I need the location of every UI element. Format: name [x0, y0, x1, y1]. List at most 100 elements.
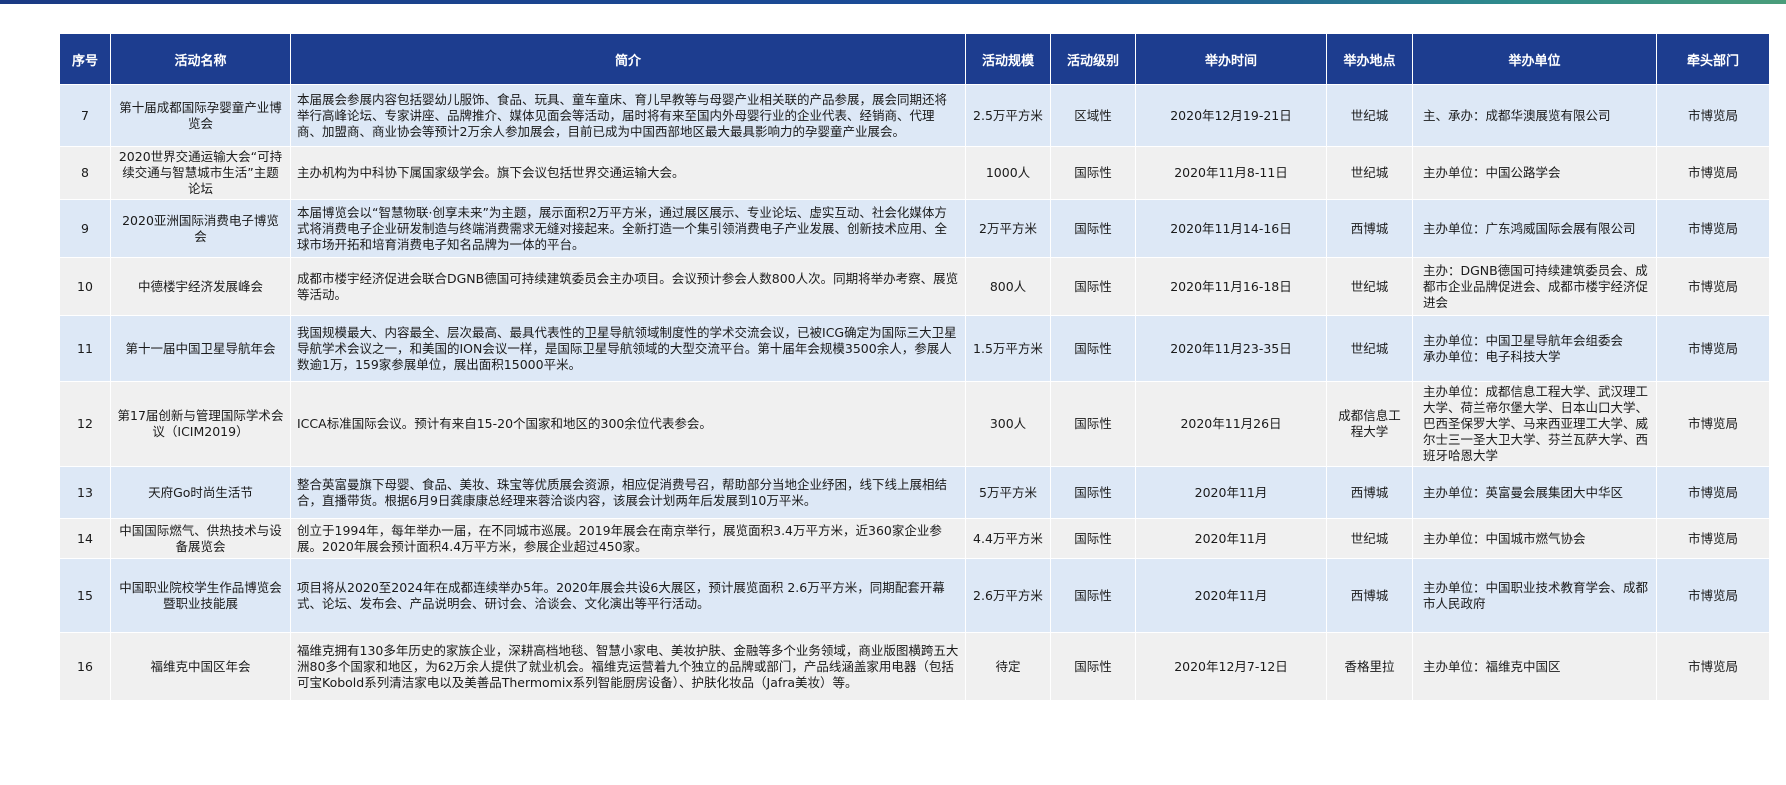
cell-level: 区域性 — [1050, 84, 1136, 147]
cell-intro: 创立于1994年，每年举办一届，在不同城市巡展。2019年展会在南京举行，展览面… — [290, 518, 966, 559]
table-row: 13 天府Go时尚生活节 整合英富曼旗下母婴、食品、美妆、珠宝等优质展会资源，相应促… — [59, 466, 1769, 519]
cell-time: 2020年11月26日 — [1135, 381, 1327, 467]
cell-level: 国际性 — [1050, 257, 1136, 316]
table-row: 16 福维克中国区年会 福维克拥有130多年历史的家族企业，深耕高档地毯、智慧小家电… — [59, 632, 1769, 701]
cell-level: 国际性 — [1050, 632, 1136, 701]
cell-level: 国际性 — [1050, 146, 1136, 200]
cell-time: 2020年11月16-18日 — [1135, 257, 1327, 316]
cell-no: 9 — [59, 199, 111, 258]
cell-name: 中国职业院校学生作品博览会暨职业技能展 — [110, 558, 291, 633]
cell-name: 2020世界交通运输大会“可持续交通与智慧城市生活”主题论坛 — [110, 146, 291, 200]
cell-name: 第17届创新与管理国际学术会议（ICIM2019） — [110, 381, 291, 467]
header-level: 活动级别 — [1050, 33, 1136, 85]
cell-name: 中德楼宇经济发展峰会 — [110, 257, 291, 316]
cell-org: 主办单位：中国城市燃气协会 — [1412, 518, 1657, 559]
event-table-container: 序号 活动名称 简介 活动规模 活动级别 举办时间 举办地点 举办单位 牵头部门… — [59, 33, 1769, 785]
cell-place: 世纪城 — [1326, 518, 1413, 559]
cell-intro: 项目将从2020至2024年在成都连续举办5年。2020年展会共设6大展区，预计… — [290, 558, 966, 633]
top-accent-bar — [0, 0, 1786, 4]
cell-dept: 市博览局 — [1656, 84, 1769, 147]
cell-intro: 主办机构为中科协下属国家级学会。旗下会议包括世界交通运输大会。 — [290, 146, 966, 200]
cell-place: 世纪城 — [1326, 315, 1413, 382]
cell-intro: 福维克拥有130多年历史的家族企业，深耕高档地毯、智慧小家电、美妆护肤、金融等多… — [290, 632, 966, 701]
cell-scale: 2.6万平方米 — [965, 558, 1051, 633]
cell-dept: 市博览局 — [1656, 146, 1769, 200]
cell-intro: 整合英富曼旗下母婴、食品、美妆、珠宝等优质展会资源，相应促消费号召，帮助部分当地… — [290, 466, 966, 519]
header-time: 举办时间 — [1135, 33, 1327, 85]
cell-level: 国际性 — [1050, 466, 1136, 519]
cell-scale: 待定 — [965, 632, 1051, 701]
cell-name: 第十届成都国际孕婴童产业博览会 — [110, 84, 291, 147]
table-row: 9 2020亚洲国际消费电子博览会 本届博览会以“智慧物联·创享未来”为主题，展示面… — [59, 199, 1769, 258]
cell-time: 2020年11月23-35日 — [1135, 315, 1327, 382]
cell-no: 10 — [59, 257, 111, 316]
cell-scale: 5万平方米 — [965, 466, 1051, 519]
table-header: 序号 活动名称 简介 活动规模 活动级别 举办时间 举办地点 举办单位 牵头部门 — [59, 33, 1769, 85]
cell-org: 主办单位：英富曼会展集团大中华区 — [1412, 466, 1657, 519]
cell-org: 主办：DGNB德国可持续建筑委员会、成都市企业品牌促进会、成都市楼宇经济促进会 — [1412, 257, 1657, 316]
cell-no: 8 — [59, 146, 111, 200]
cell-name: 天府Go时尚生活节 — [110, 466, 291, 519]
cell-name: 第十一届中国卫星导航年会 — [110, 315, 291, 382]
event-table: 序号 活动名称 简介 活动规模 活动级别 举办时间 举办地点 举办单位 牵头部门… — [59, 33, 1769, 701]
cell-scale: 2万平方米 — [965, 199, 1051, 258]
cell-intro: ICCA标准国际会议。预计有来自15-20个国家和地区的300余位代表参会。 — [290, 381, 966, 467]
cell-place: 世纪城 — [1326, 146, 1413, 200]
header-scale: 活动规模 — [965, 33, 1051, 85]
cell-level: 国际性 — [1050, 381, 1136, 467]
cell-level: 国际性 — [1050, 199, 1136, 258]
header-row: 序号 活动名称 简介 活动规模 活动级别 举办时间 举办地点 举办单位 牵头部门 — [59, 33, 1769, 85]
cell-name: 2020亚洲国际消费电子博览会 — [110, 199, 291, 258]
header-name: 活动名称 — [110, 33, 291, 85]
cell-dept: 市博览局 — [1656, 518, 1769, 559]
header-place: 举办地点 — [1326, 33, 1413, 85]
cell-name: 中国国际燃气、供热技术与设备展览会 — [110, 518, 291, 559]
header-no: 序号 — [59, 33, 111, 85]
cell-place: 世纪城 — [1326, 84, 1413, 147]
cell-no: 14 — [59, 518, 111, 559]
cell-level: 国际性 — [1050, 518, 1136, 559]
cell-org: 主办单位：中国公路学会 — [1412, 146, 1657, 200]
cell-org: 主办单位：成都信息工程大学、武汉理工大学、荷兰帝尔堡大学、日本山口大学、巴西圣保… — [1412, 381, 1657, 467]
cell-no: 13 — [59, 466, 111, 519]
cell-dept: 市博览局 — [1656, 558, 1769, 633]
cell-org: 主办单位：福维克中国区 — [1412, 632, 1657, 701]
table-row: 11 第十一届中国卫星导航年会 我国规模最大、内容最全、层次最高、最具代表性的卫星导… — [59, 315, 1769, 382]
cell-org: 主办单位：广东鸿威国际会展有限公司 — [1412, 199, 1657, 258]
cell-time: 2020年12月7-12日 — [1135, 632, 1327, 701]
cell-time: 2020年11月14-16日 — [1135, 199, 1327, 258]
header-org: 举办单位 — [1412, 33, 1657, 85]
cell-no: 11 — [59, 315, 111, 382]
cell-dept: 市博览局 — [1656, 632, 1769, 701]
cell-level: 国际性 — [1050, 558, 1136, 633]
table-row: 14 中国国际燃气、供热技术与设备展览会 创立于1994年，每年举办一届，在不同城市… — [59, 518, 1769, 559]
cell-dept: 市博览局 — [1656, 199, 1769, 258]
cell-dept: 市博览局 — [1656, 466, 1769, 519]
cell-place: 西博城 — [1326, 466, 1413, 519]
header-dept: 牵头部门 — [1656, 33, 1769, 85]
table-row: 15 中国职业院校学生作品博览会暨职业技能展 项目将从2020至2024年在成都连续… — [59, 558, 1769, 633]
cell-no: 16 — [59, 632, 111, 701]
cell-intro: 我国规模最大、内容最全、层次最高、最具代表性的卫星导航领域制度性的学术交流会议，… — [290, 315, 966, 382]
cell-scale: 800人 — [965, 257, 1051, 316]
cell-level: 国际性 — [1050, 315, 1136, 382]
cell-place: 成都信息工程大学 — [1326, 381, 1413, 467]
cell-scale: 300人 — [965, 381, 1051, 467]
cell-no: 7 — [59, 84, 111, 147]
table-row: 8 2020世界交通运输大会“可持续交通与智慧城市生活”主题论坛 主办机构为中科协下… — [59, 146, 1769, 200]
cell-org: 主、承办：成都华澳展览有限公司 — [1412, 84, 1657, 147]
cell-time: 2020年11月8-11日 — [1135, 146, 1327, 200]
cell-name: 福维克中国区年会 — [110, 632, 291, 701]
cell-dept: 市博览局 — [1656, 381, 1769, 467]
cell-no: 15 — [59, 558, 111, 633]
cell-scale: 1.5万平方米 — [965, 315, 1051, 382]
cell-dept: 市博览局 — [1656, 257, 1769, 316]
cell-place: 香格里拉 — [1326, 632, 1413, 701]
table-body: 7 第十届成都国际孕婴童产业博览会 本届展会参展内容包括婴幼儿服饰、食品、玩具、童车… — [59, 84, 1769, 701]
cell-time: 2020年12月19-21日 — [1135, 84, 1327, 147]
cell-scale: 1000人 — [965, 146, 1051, 200]
table-row: 7 第十届成都国际孕婴童产业博览会 本届展会参展内容包括婴幼儿服饰、食品、玩具、童车… — [59, 84, 1769, 147]
cell-no: 12 — [59, 381, 111, 467]
cell-org: 主办单位：中国职业技术教育学会、成都市人民政府 — [1412, 558, 1657, 633]
header-intro: 简介 — [290, 33, 966, 85]
